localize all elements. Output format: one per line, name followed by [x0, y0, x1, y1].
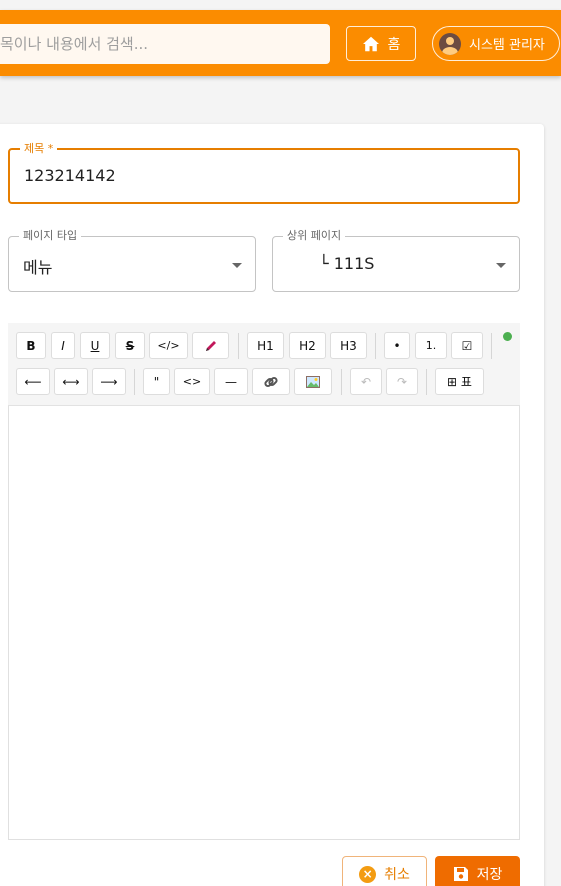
home-button[interactable]: 홈 [346, 26, 416, 61]
code-button[interactable]: </> [149, 332, 188, 359]
toolbar-divider [375, 333, 376, 359]
image-button[interactable] [294, 368, 332, 395]
home-icon [362, 36, 379, 51]
user-name: 시스템 관리자 [469, 38, 545, 53]
parent-page-select[interactable]: 상위 페이지 └ 111S [272, 229, 520, 292]
toolbar-divider [134, 369, 135, 395]
bold-button[interactable]: B [16, 332, 46, 359]
page-type-label: 페이지 타입 [19, 229, 82, 243]
align-right-button[interactable]: ⟶ [92, 368, 126, 395]
align-center-button[interactable]: ⟷ [54, 368, 88, 395]
heading3-button[interactable]: H3 [330, 332, 367, 359]
link-button[interactable] [252, 368, 290, 395]
table-button[interactable]: ⊞ 표 [435, 368, 484, 395]
app-header: 홈 시스템 관리자 [0, 10, 561, 76]
toolbar-divider [491, 333, 492, 359]
search-box[interactable] [0, 24, 330, 64]
quote-button[interactable]: " [143, 368, 170, 395]
title-value: 123214142 [24, 166, 116, 185]
link-icon [264, 376, 278, 387]
toolbar-divider [238, 333, 239, 359]
align-left-button[interactable]: ⟵ [16, 368, 50, 395]
undo-button[interactable]: ↶ [350, 368, 382, 395]
title-label: 제목 * [20, 142, 58, 156]
redo-button[interactable]: ↷ [386, 368, 418, 395]
parent-page-value: └ 111S [319, 254, 375, 273]
strikethrough-button[interactable]: S [115, 332, 145, 359]
code-block-button[interactable]: <> [174, 368, 210, 395]
title-field[interactable]: 제목 * 123214142 [8, 142, 520, 204]
underline-button[interactable]: U [80, 332, 110, 359]
status-indicator [503, 332, 512, 341]
parent-page-label: 상위 페이지 [283, 229, 346, 243]
page-type-select[interactable]: 페이지 타입 메뉴 [8, 229, 256, 292]
save-label: 저장 [476, 867, 503, 883]
cancel-label: 취소 [384, 867, 410, 883]
toolbar-divider [426, 369, 427, 395]
cancel-button[interactable]: × 취소 [342, 856, 427, 886]
heading1-button[interactable]: H1 [247, 332, 284, 359]
home-label: 홈 [387, 36, 401, 53]
pencil-icon [205, 340, 216, 351]
numbered-list-button[interactable]: 1. [415, 332, 447, 359]
save-button[interactable]: 저장 [435, 856, 520, 886]
editor-content[interactable] [8, 406, 520, 840]
horizontal-rule-button[interactable]: — [214, 368, 248, 395]
cancel-icon: × [359, 865, 377, 883]
editor-toolbar: B I U S </> H1 H2 H3 • 1. ☑ ⟵ ⟷ ⟶ " <> —… [8, 323, 520, 406]
save-icon [453, 867, 468, 881]
image-icon [306, 375, 320, 388]
bullet-list-button[interactable]: • [384, 332, 410, 359]
chevron-down-icon [496, 263, 506, 268]
user-menu-button[interactable]: 시스템 관리자 [432, 26, 560, 61]
heading2-button[interactable]: H2 [289, 332, 326, 359]
toolbar-divider [341, 369, 342, 395]
search-input[interactable] [0, 35, 330, 53]
page-type-value: 메뉴 [23, 258, 53, 277]
avatar [439, 32, 461, 55]
chevron-down-icon [232, 263, 242, 268]
highlight-button[interactable] [192, 332, 229, 359]
checklist-button[interactable]: ☑ [451, 332, 483, 359]
italic-button[interactable]: I [51, 332, 75, 359]
